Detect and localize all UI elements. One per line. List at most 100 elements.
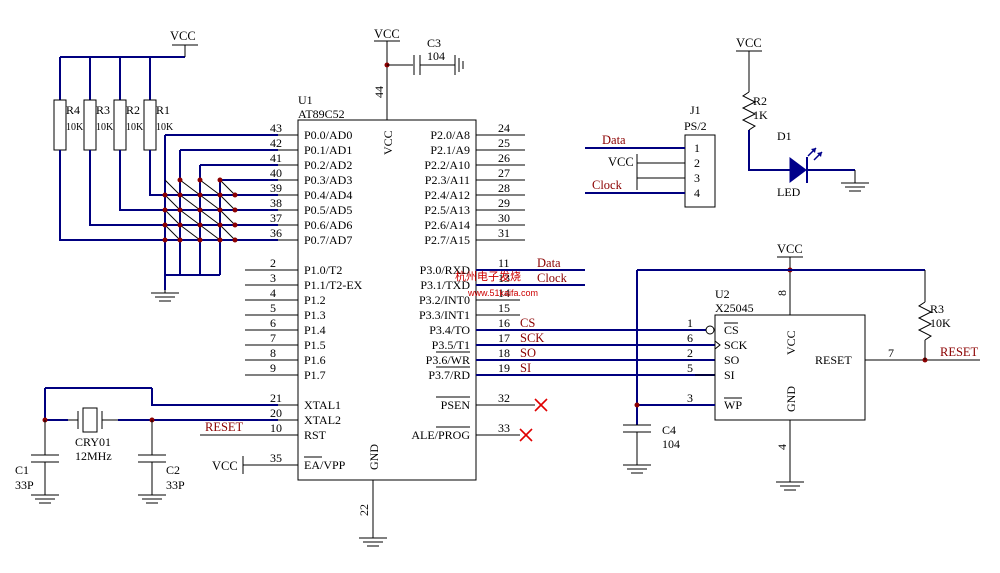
c4-value: 104 [662, 437, 680, 451]
u1-pin-name: P0.4/AD4 [304, 188, 352, 202]
u1-pin-name: P2.1/A9 [430, 143, 470, 157]
u2-gnd-pin-num: 4 [775, 444, 789, 450]
u1-pin-name: P1.1/T2-EX [304, 278, 363, 292]
r3-value: 10K [96, 122, 114, 133]
u1-pin-number: 24 [498, 121, 510, 135]
resistor-r1 [143, 99, 157, 151]
u1-pin-number: 9 [270, 361, 276, 375]
u1-pin-name: P0.1/AD1 [304, 143, 352, 157]
j1-pin3: 3 [694, 171, 700, 185]
u1-ref: U1 [298, 93, 313, 107]
c1-ref: C1 [15, 463, 29, 477]
resistor-r3 [83, 99, 97, 151]
r3-reset-value: 10K [930, 316, 951, 330]
u1-pin-number: 5 [270, 301, 276, 315]
u1-pin-number: 39 [270, 181, 282, 195]
u1-pin-number: 20 [270, 406, 282, 420]
key-matrix [162, 135, 238, 290]
u2-pin-name: CS [724, 323, 739, 337]
u2-gnd-pin-name: GND [784, 386, 798, 412]
u1-pin-name: P2.6/A14 [424, 218, 470, 232]
u1-gnd-pin-name: GND [367, 444, 381, 470]
u1-pin-number: 43 [270, 121, 282, 135]
u2-pin-num: 6 [687, 331, 693, 345]
u2-pin-num: 5 [687, 361, 693, 375]
u1-pin-number: 4 [270, 286, 276, 300]
u1-pin-name: P3.6/WR [426, 353, 470, 367]
u1-pin-name: P2.3/A11 [425, 173, 470, 187]
j1-ref: J1 [690, 103, 701, 117]
u2-eeprom-watchdog: U2 X25045 VCC 8 VCC 1 CS 6 SCK 2 SO 5 SI… [623, 242, 980, 491]
u1-pin-number: 26 [498, 151, 510, 165]
j1-pin2: 2 [694, 156, 700, 170]
u2-pin-name: SCK [724, 338, 748, 352]
u1-pin-name: XTAL2 [304, 413, 341, 427]
u1-vcc-net: VCC [374, 27, 400, 41]
u1-pin-number: 18 [498, 346, 510, 360]
u1-pin-number: 29 [498, 196, 510, 210]
u2-pin-num: 3 [687, 391, 693, 405]
ea-vcc-label: VCC [212, 459, 238, 473]
j1-body [684, 134, 716, 208]
u1-pin-name: PSEN [441, 398, 471, 412]
c2-ref: C2 [166, 463, 180, 477]
d1-ref: D1 [777, 129, 792, 143]
u1-pin-number: 25 [498, 136, 510, 150]
u1-pin-name: P1.4 [304, 323, 326, 337]
u1-pin-number: 15 [498, 301, 510, 315]
u1-pin-number: 31 [498, 226, 510, 240]
u1-pin-number: 41 [270, 151, 282, 165]
u1-pin-name: ALE/PROG [411, 428, 470, 442]
u1-pin-number: 42 [270, 136, 282, 150]
u1-vcc-pin-name: VCC [381, 130, 395, 155]
led-circuit: VCC R2 1K D1 LED [736, 36, 869, 199]
reset-net-label: RESET [940, 345, 979, 359]
u1-pin-name: P0.3/AD3 [304, 173, 352, 187]
u1-pin-name: P3.5/T1 [432, 338, 470, 352]
j1-vcc-label: VCC [608, 155, 634, 169]
cs-label: CS [520, 316, 535, 330]
u2-ref: U2 [715, 287, 730, 301]
u1-pin-number: 2 [270, 256, 276, 270]
d1-value: LED [777, 185, 801, 199]
r4-ref: R4 [66, 103, 80, 117]
u1-gnd-pin-num: 22 [357, 504, 371, 516]
r2-led-value: 1K [753, 108, 768, 122]
r3-reset-ref: R3 [930, 302, 944, 316]
u1-pin-name: P1.0/T2 [304, 263, 342, 277]
u1-pin-number: 38 [270, 196, 282, 210]
u1-pin-number: 37 [270, 211, 282, 225]
vcc-label: VCC [170, 29, 196, 43]
u2-reset-pin-name: RESET [815, 353, 852, 367]
u1-pin-number: 27 [498, 166, 510, 180]
u1-pin-name: P1.2 [304, 293, 326, 307]
u1-pin-name: P2.4/A12 [424, 188, 470, 202]
u1-pin-name: P2.0/A8 [430, 128, 470, 142]
u2-vcc-pin-num: 8 [775, 290, 789, 296]
u1-pin-name: P0.0/AD0 [304, 128, 352, 142]
u1-pin-number: 11 [498, 256, 510, 270]
u1-pin-number: 10 [270, 421, 282, 435]
oscillator-circuit: CRY01 12MHz C1 33P C2 33P [15, 387, 278, 504]
r1-ref: R1 [156, 103, 170, 117]
u1-pin-number: 21 [270, 391, 282, 405]
u1-pin-name: EA/VPP [304, 458, 346, 472]
u1-pin-name: P1.3 [304, 308, 326, 322]
r4-value: 10K [66, 122, 84, 133]
u1-pin-name: P3.4/TO [429, 323, 470, 337]
r2-value: 10K [126, 122, 144, 133]
u2-vcc-pin-name: VCC [784, 330, 798, 355]
u1-pin-number: 40 [270, 166, 282, 180]
u2-pin-name: SI [724, 368, 735, 382]
u1-pin-name: P2.7/A15 [424, 233, 470, 247]
c3-ref: C3 [427, 36, 441, 50]
p3-clock-label: Clock [537, 271, 568, 285]
reset-ea-nets: RESET VCC [200, 420, 298, 474]
j1-value: PS/2 [684, 119, 707, 133]
u2-pin-num: 2 [687, 346, 693, 360]
u1-pin-number: 30 [498, 211, 510, 225]
p3-nets: Data Clock CS SCK SO SI [476, 256, 715, 442]
u1-pin-name: P0.7/AD7 [304, 233, 352, 247]
u1-pin-name: P3.3/INT1 [419, 308, 470, 322]
schematic-canvas: VCC R4 10K R3 10K R2 10K R1 10K U1 AT89C… [0, 0, 1000, 573]
